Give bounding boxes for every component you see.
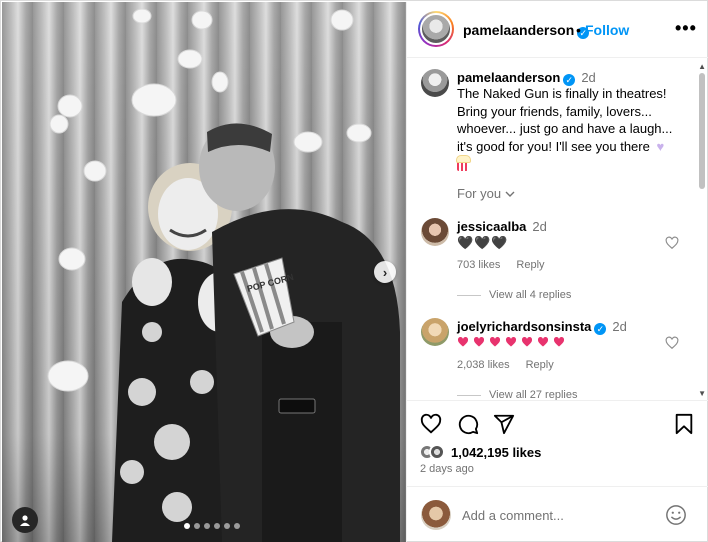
comment-heart-icon[interactable]	[665, 336, 679, 350]
caption-username-link[interactable]: pamelaanderson	[457, 70, 560, 85]
pink-heart-icon	[505, 336, 517, 347]
carousel-dot[interactable]	[234, 523, 240, 529]
comment-hearts	[457, 336, 565, 348]
add-comment-bar	[407, 486, 708, 542]
comment-author: joelyrichardsonsinsta ✓ 2d	[457, 319, 627, 335]
replies-divider	[457, 294, 481, 296]
carousel-dot[interactable]	[204, 523, 210, 529]
comment-input[interactable]	[462, 505, 662, 525]
post-photo: POP CORN	[47, 8, 400, 542]
header-separator: •	[576, 22, 581, 38]
comments-list[interactable]: pamelaanderson ✓ 2d The Naked Gun is final…	[407, 59, 708, 400]
view-replies-button[interactable]: View all 4 replies	[457, 289, 571, 301]
likes-count[interactable]: 1,042,195 likes	[451, 445, 541, 460]
replies-divider	[457, 394, 481, 396]
scroll-down-arrow-icon[interactable]: ▼	[698, 389, 706, 398]
current-user-avatar	[421, 500, 451, 530]
man-figure	[199, 123, 400, 542]
pink-heart-icon	[553, 336, 565, 347]
share-icon[interactable]	[493, 413, 515, 435]
pink-heart-icon	[537, 336, 549, 347]
comment-meta: 2,038 likes Reply	[457, 359, 554, 371]
verified-badge-icon: ✓	[594, 323, 607, 335]
popcorn-emoji	[456, 155, 471, 172]
chevron-down-icon	[505, 191, 515, 197]
post-media[interactable]: POP CORN ›	[2, 2, 406, 542]
comment-sort-dropdown[interactable]: For you	[457, 186, 515, 201]
bookmark-icon[interactable]	[673, 413, 695, 435]
reply-button[interactable]: Reply	[516, 259, 544, 271]
pink-heart-icon	[457, 336, 469, 347]
caption-author-avatar[interactable]	[421, 69, 449, 97]
carousel-dot[interactable]	[194, 523, 200, 529]
comment-likes[interactable]: 2,038 likes	[457, 359, 510, 371]
carousel-dot[interactable]	[224, 523, 230, 529]
comment-avatar[interactable]	[421, 318, 449, 346]
pink-heart-icon	[489, 336, 501, 347]
carousel-dot[interactable]	[184, 523, 190, 529]
post-date[interactable]: 2 days ago	[420, 463, 474, 475]
pink-heart-icon	[521, 336, 533, 347]
user-tag-icon	[20, 515, 30, 526]
post-actions: 1,042,195 likes 2 days ago	[407, 400, 708, 486]
tagged-users-button[interactable]	[12, 507, 38, 533]
comment-time[interactable]: 2d	[532, 219, 546, 234]
author-avatar[interactable]	[418, 11, 454, 47]
view-replies-button[interactable]: View all 27 replies	[457, 389, 577, 400]
caption-time[interactable]: 2d	[581, 70, 595, 85]
comment-heart-icon[interactable]	[665, 236, 679, 250]
pink-heart-icon	[473, 336, 485, 347]
carousel-indicator	[184, 523, 240, 529]
post-header: pamelaanderson ✓ • Follow •••	[407, 2, 708, 58]
comment-text: 🖤🖤🖤	[457, 235, 509, 250]
purple-heart-emoji: ♥	[656, 138, 665, 154]
next-photo-button[interactable]: ›	[374, 261, 396, 283]
caption-author: pamelaanderson ✓ 2d	[457, 70, 596, 86]
more-options-icon[interactable]: •••	[675, 18, 697, 39]
carousel-dot[interactable]	[214, 523, 220, 529]
scroll-up-arrow-icon[interactable]: ▲	[698, 62, 706, 71]
comment-username-link[interactable]: joelyrichardsonsinsta	[457, 319, 591, 334]
scrollbar-thumb[interactable]	[699, 73, 705, 189]
caption-text: The Naked Gun is finally in theatres! Br…	[457, 86, 673, 154]
comment-likes[interactable]: 703 likes	[457, 259, 500, 271]
post-side-panel: pamelaanderson ✓ • Follow ••• pamelaander…	[406, 2, 708, 542]
comment-author: jessicaalba 2d	[457, 219, 547, 234]
comment-username-link[interactable]: jessicaalba	[457, 219, 526, 234]
author-username-link[interactable]: pamelaanderson ✓	[463, 22, 590, 39]
comment-time[interactable]: 2d	[612, 319, 626, 334]
post-dialog: POP CORN › pamelaanderson✓ • Follow •••	[0, 0, 708, 542]
follow-button[interactable]: Follow	[585, 22, 629, 38]
caption-body: The Naked Gun is finally in theatres! Br…	[456, 85, 689, 176]
reply-button[interactable]: Reply	[526, 359, 554, 371]
comments-scrollbar[interactable]: ▲ ▼	[696, 59, 708, 400]
chevron-right-icon: ›	[382, 264, 388, 280]
comment-meta: 703 likes Reply	[457, 259, 545, 271]
comment-icon[interactable]	[457, 413, 479, 435]
liker-avatar	[429, 444, 445, 460]
likes-summary[interactable]: 1,042,195 likes	[419, 444, 541, 460]
smiley-icon[interactable]	[665, 504, 687, 526]
comment-avatar[interactable]	[421, 218, 449, 246]
heart-icon[interactable]	[420, 413, 442, 435]
